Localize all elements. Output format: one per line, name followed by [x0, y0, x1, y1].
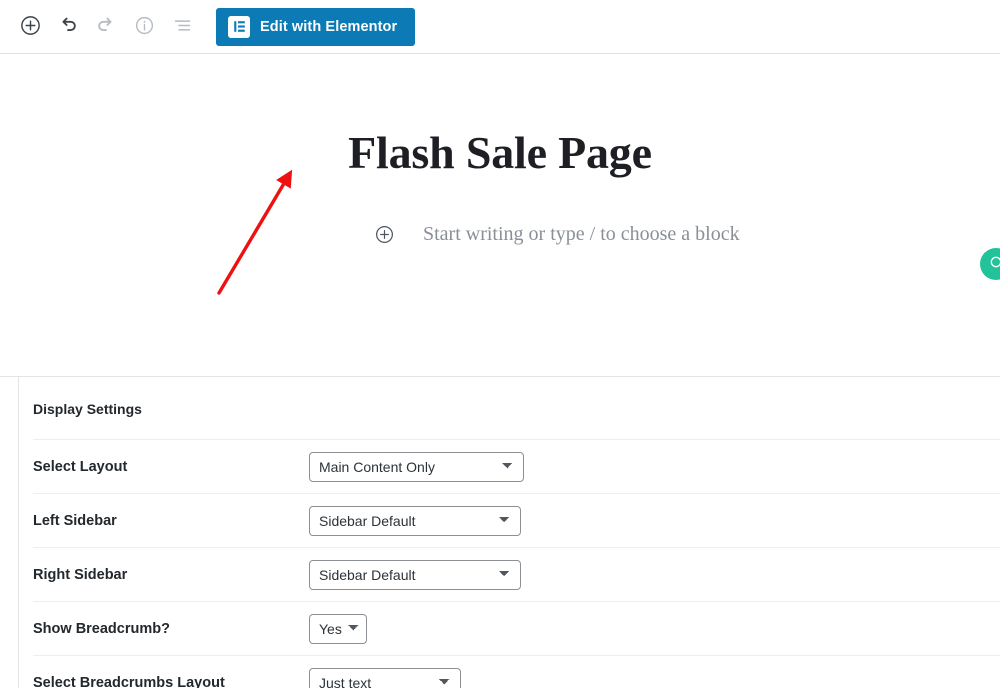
settings-row-breadcrumbs-layout: Select Breadcrumbs Layout Just text: [33, 655, 1000, 688]
redo-icon: [95, 14, 117, 39]
row-label: Select Breadcrumbs Layout: [33, 674, 225, 688]
edit-with-elementor-button[interactable]: Edit with Elementor: [216, 7, 416, 46]
breadcrumbs-layout-dropdown[interactable]: Just text: [309, 667, 461, 688]
row-field: Sidebar Default: [309, 505, 1000, 536]
display-settings-metabox: Display Settings Select Layout Main Cont…: [0, 377, 1000, 688]
row-field: Yes: [309, 613, 1000, 644]
empty-paragraph-block[interactable]: Start writing or type / to choose a bloc…: [0, 223, 1000, 246]
plus-circle-icon[interactable]: [374, 224, 395, 245]
metabox-inner: Display Settings Select Layout Main Cont…: [18, 377, 1000, 688]
plus-circle-icon: [19, 14, 42, 40]
row-label: Select Layout: [33, 458, 128, 475]
chat-bubble-icon: [988, 254, 1000, 275]
settings-row-select-layout: Select Layout Main Content Only: [33, 439, 1000, 493]
redo-button[interactable]: [88, 9, 124, 45]
undo-button[interactable]: [50, 9, 86, 45]
paragraph-placeholder[interactable]: Start writing or type / to choose a bloc…: [423, 223, 740, 246]
row-label: Right Sidebar: [33, 566, 128, 583]
add-block-button[interactable]: [12, 9, 48, 45]
edit-with-elementor-label: Edit with Elementor: [260, 18, 398, 35]
right-sidebar-dropdown[interactable]: Sidebar Default: [309, 559, 521, 590]
undo-icon: [57, 14, 79, 39]
editor-canvas: Flash Sale Page Start writing or type / …: [0, 126, 1000, 377]
chat-widget-button[interactable]: [980, 248, 1000, 280]
row-label: Show Breadcrumb?: [33, 620, 170, 637]
editor-toolbar: Edit with Elementor: [0, 0, 1000, 54]
metabox-title: Display Settings: [33, 401, 142, 417]
row-field: Main Content Only: [309, 451, 1000, 482]
settings-row-right-sidebar: Right Sidebar Sidebar Default: [33, 547, 1000, 601]
elementor-logo-icon: [228, 15, 250, 38]
settings-row-left-sidebar: Left Sidebar Sidebar Default: [33, 493, 1000, 547]
select-layout-dropdown[interactable]: Main Content Only: [309, 451, 524, 482]
list-view-button[interactable]: [164, 9, 200, 45]
row-field: Just text: [309, 667, 1000, 688]
post-title[interactable]: Flash Sale Page: [0, 126, 1000, 179]
info-circle-icon: [134, 15, 155, 39]
row-label: Left Sidebar: [33, 512, 117, 529]
details-button[interactable]: [126, 9, 162, 45]
row-field: Sidebar Default: [309, 559, 1000, 590]
show-breadcrumb-dropdown[interactable]: Yes: [309, 613, 367, 644]
left-sidebar-dropdown[interactable]: Sidebar Default: [309, 505, 521, 536]
settings-row-show-breadcrumb: Show Breadcrumb? Yes: [33, 601, 1000, 655]
list-view-icon: [172, 15, 193, 39]
